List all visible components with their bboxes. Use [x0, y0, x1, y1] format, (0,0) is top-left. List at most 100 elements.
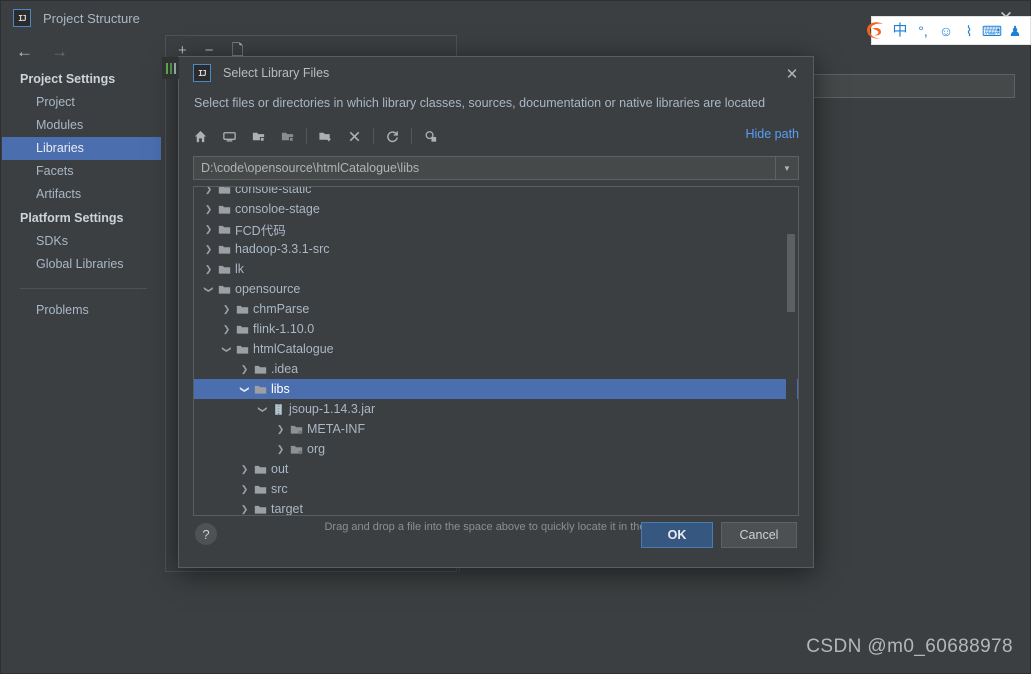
- hide-path-link[interactable]: Hide path: [745, 127, 799, 141]
- show-hidden-icon[interactable]: [423, 129, 438, 144]
- chevron-down-icon[interactable]: ❯: [258, 403, 267, 416]
- chevron-right-icon[interactable]: ❯: [202, 225, 215, 234]
- sidebar-item-facets[interactable]: Facets: [2, 160, 161, 183]
- chevron-right-icon[interactable]: ❯: [274, 425, 287, 434]
- archive-folder-icon: [287, 443, 305, 456]
- chevron-right-icon[interactable]: ❯: [202, 265, 215, 274]
- file-tree[interactable]: ❯console-static❯consoloe-stage❯FCD代码❯had…: [193, 186, 799, 516]
- folder-icon: [251, 483, 269, 496]
- arrow-left-icon[interactable]: ←: [16, 43, 33, 60]
- file-tree-row[interactable]: ❯META-INF: [194, 419, 798, 439]
- chevron-right-icon[interactable]: ❯: [202, 186, 215, 194]
- help-button[interactable]: ?: [195, 523, 217, 545]
- punctuation-mode-icon[interactable]: °,: [915, 24, 931, 38]
- file-tree-row[interactable]: ❯ hadoop-3.3.1-src: [194, 239, 798, 259]
- emoji-icon[interactable]: ☺: [938, 24, 954, 38]
- folder-icon: [215, 186, 233, 196]
- sogou-ime-toolbar[interactable]: 中°,☺⌇⌨♟☂: [871, 16, 1031, 45]
- file-tree-label: opensource: [233, 282, 300, 296]
- screen-root: 150 + @return List<String> 头 23 IJ Proje…: [0, 0, 1031, 674]
- dialog-resize-handle[interactable]: [162, 57, 179, 79]
- new-folder-icon[interactable]: [318, 129, 333, 144]
- module-dir-icon[interactable]: [280, 129, 295, 144]
- file-tree-row[interactable]: ❯ console-static: [194, 186, 798, 199]
- file-tree-label: console-static: [233, 186, 311, 196]
- dialog-footer: ? OK Cancel: [179, 509, 813, 567]
- file-tree-label: jsoup-1.14.3.jar: [287, 402, 375, 416]
- ok-button[interactable]: OK: [641, 522, 713, 548]
- close-icon[interactable]: ✕: [781, 64, 803, 84]
- archive-folder-icon: [287, 423, 305, 436]
- chevron-right-icon[interactable]: ❯: [220, 305, 233, 314]
- file-tree-label: flink-1.10.0: [251, 322, 314, 336]
- chevron-right-icon[interactable]: ❯: [220, 325, 233, 334]
- chevron-right-icon[interactable]: ❯: [238, 365, 251, 374]
- chevron-down-icon[interactable]: ❯: [204, 283, 213, 296]
- file-tree-row[interactable]: ❯ lk: [194, 259, 798, 279]
- file-tree-label: lk: [233, 262, 244, 276]
- file-tree-row[interactable]: ❯ out: [194, 459, 798, 479]
- file-tree-row[interactable]: ❯ src: [194, 479, 798, 499]
- file-tree-row[interactable]: ❯ libs: [194, 379, 798, 399]
- folder-icon: [215, 223, 233, 236]
- arrow-right-icon[interactable]: →: [51, 43, 68, 60]
- chevron-right-icon[interactable]: ❯: [238, 485, 251, 494]
- file-tree-label: hadoop-3.3.1-src: [233, 242, 330, 256]
- file-chooser-toolbar: Hide path: [193, 122, 799, 150]
- user-account-icon[interactable]: ♟: [1007, 24, 1023, 38]
- file-tree-row[interactable]: ❯ jsoup-1.14.3.jar: [194, 399, 798, 419]
- path-field[interactable]: D:\code\opensource\htmlCatalogue\libs ▼: [193, 156, 799, 180]
- chevron-down-icon[interactable]: ❯: [240, 383, 249, 396]
- file-tree-label: .idea: [269, 362, 298, 376]
- project-dir-icon[interactable]: [251, 129, 266, 144]
- sidebar-item-sdks[interactable]: SDKs: [2, 230, 161, 253]
- sidebar-item-global-libraries[interactable]: Global Libraries: [2, 253, 161, 276]
- folder-icon: [251, 463, 269, 476]
- cancel-button[interactable]: Cancel: [721, 522, 797, 548]
- delete-icon[interactable]: [347, 129, 362, 144]
- file-tree-scroll-thumb[interactable]: [787, 234, 795, 312]
- home-icon[interactable]: [193, 129, 208, 144]
- file-tree-row[interactable]: ❯FCD代码: [194, 219, 798, 239]
- sidebar-item-project[interactable]: Project: [2, 91, 161, 114]
- file-tree-label: src: [269, 482, 288, 496]
- sidebar-group-project-settings: Project Settings: [2, 67, 161, 91]
- file-tree-row[interactable]: ❯org: [194, 439, 798, 459]
- folder-icon: [233, 323, 251, 336]
- sidebar-item-problems[interactable]: Problems: [2, 299, 161, 322]
- file-tree-label: libs: [269, 382, 290, 396]
- chevron-right-icon[interactable]: ❯: [238, 465, 251, 474]
- chevron-down-icon[interactable]: ▼: [775, 157, 798, 179]
- file-tree-row[interactable]: ❯ .idea: [194, 359, 798, 379]
- file-tree-scrollbar[interactable]: [786, 188, 797, 514]
- folder-icon: [215, 243, 233, 256]
- refresh-icon[interactable]: [385, 129, 400, 144]
- file-tree-row[interactable]: ❯ flink-1.10.0: [194, 319, 798, 339]
- chevron-right-icon[interactable]: ❯: [274, 445, 287, 454]
- folder-icon: [215, 263, 233, 276]
- chinese-mode-icon[interactable]: 中: [892, 23, 908, 38]
- soft-keyboard-icon[interactable]: ⌨: [984, 24, 1000, 38]
- sidebar-item-modules[interactable]: Modules: [2, 114, 161, 137]
- sidebar-item-libraries[interactable]: Libraries: [2, 137, 161, 160]
- chevron-right-icon[interactable]: ❯: [202, 205, 215, 214]
- path-input[interactable]: D:\code\opensource\htmlCatalogue\libs: [194, 161, 775, 175]
- voice-input-icon[interactable]: ⌇: [961, 24, 977, 38]
- file-tree-label: out: [269, 462, 288, 476]
- sidebar-item-artifacts[interactable]: Artifacts: [2, 183, 161, 206]
- file-tree-row[interactable]: ❯chmParse: [194, 299, 798, 319]
- jar-icon: [269, 403, 287, 416]
- file-tree-row[interactable]: ❯ htmlCatalogue: [194, 339, 798, 359]
- file-tree-label: htmlCatalogue: [251, 342, 334, 356]
- file-tree-rows: ❯console-static❯consoloe-stage❯FCD代码❯had…: [194, 186, 798, 516]
- folder-icon: [215, 283, 233, 296]
- desktop-icon[interactable]: [222, 129, 237, 144]
- file-tree-row[interactable]: ❯ opensource: [194, 279, 798, 299]
- sogou-logo-icon[interactable]: [862, 16, 890, 46]
- chevron-down-icon[interactable]: ❯: [222, 343, 231, 356]
- chevron-right-icon[interactable]: ❯: [202, 245, 215, 254]
- dialog-titlebar: IJ Select Library Files: [179, 57, 813, 89]
- project-structure-sidebar: ← → Project Settings Project Modules Lib…: [2, 35, 162, 672]
- folder-icon: [233, 303, 251, 316]
- file-tree-row[interactable]: ❯consoloe-stage: [194, 199, 798, 219]
